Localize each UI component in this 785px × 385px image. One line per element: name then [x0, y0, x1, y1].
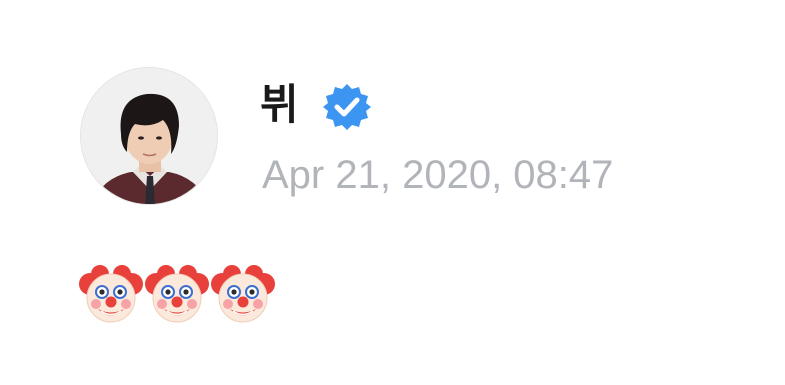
clown-face-icon	[145, 265, 209, 323]
clown-face-icon	[79, 265, 143, 323]
avatar[interactable]	[80, 67, 218, 205]
avatar-portrait	[81, 68, 217, 204]
author-name[interactable]: 뷔	[260, 78, 300, 132]
verified-badge-icon	[323, 84, 371, 130]
post-content	[78, 262, 276, 328]
clown-face-icon	[211, 265, 275, 323]
post-card: 뷔 Apr 21, 2020, 08:47	[0, 0, 785, 385]
post-timestamp: Apr 21, 2020, 08:47	[262, 153, 614, 197]
